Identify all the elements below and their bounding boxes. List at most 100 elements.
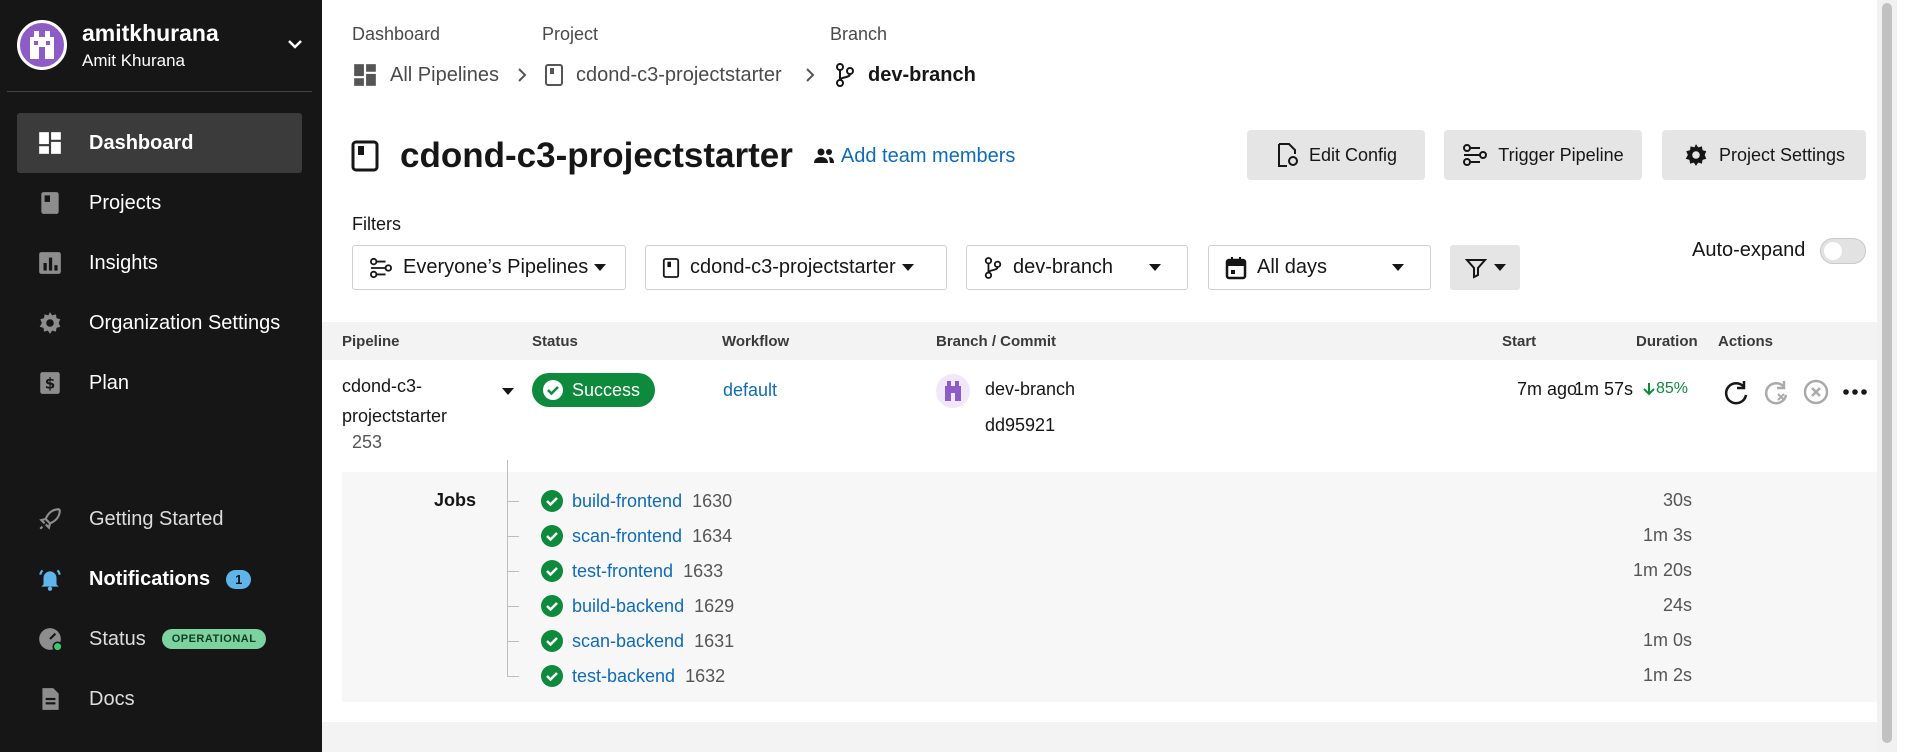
col-workflow: Workflow — [722, 333, 790, 350]
breadcrumb-all-pipelines[interactable]: All Pipelines — [352, 60, 499, 90]
project-filter-value: cdond-c3-projectstarter — [690, 256, 896, 278]
duration-improvement-value: 85% — [1656, 380, 1689, 397]
sidebar-item-docs[interactable]: Docs — [17, 669, 302, 729]
sidebar-item-organization-settings[interactable]: Organization Settings — [17, 293, 302, 353]
col-pipeline: Pipeline — [342, 333, 400, 350]
edit-file-icon — [1277, 143, 1298, 167]
branch-icon — [984, 256, 1002, 279]
job-duration: 1m 20s — [1632, 560, 1692, 580]
branch-icon — [836, 63, 854, 87]
jobs-tree-branch — [507, 676, 519, 677]
project-settings-button[interactable]: Project Settings — [1662, 130, 1866, 180]
sidebar-item-projects[interactable]: Projects — [17, 173, 302, 233]
job-name[interactable]: test-backend — [572, 666, 675, 687]
sidebar-item-dashboard[interactable]: Dashboard — [17, 113, 302, 173]
job-duration: 1m 0s — [1642, 630, 1692, 650]
cancel-icon[interactable] — [1802, 378, 1830, 406]
duration-value: 1m 57s — [1574, 379, 1634, 399]
breadcrumb-branch-title: Branch — [830, 24, 888, 44]
check-circle-icon — [543, 380, 563, 400]
project-filter-select[interactable]: cdond-c3-projectstarter — [645, 245, 947, 290]
scrollbar[interactable] — [1877, 0, 1897, 752]
job-name[interactable]: scan-backend — [572, 631, 684, 652]
workflow-link[interactable]: default — [723, 380, 777, 401]
advanced-filter-button[interactable] — [1450, 245, 1520, 290]
caret-down-icon — [594, 264, 607, 271]
notification-count-badge: 1 — [226, 569, 252, 589]
duration-improvement: 85% — [1642, 380, 1688, 398]
rerun-icon[interactable] — [1722, 378, 1750, 406]
jobs-label: Jobs — [434, 490, 477, 510]
project-icon — [351, 140, 379, 172]
pipelines-filter-select[interactable]: Everyone’s Pipelines — [352, 245, 626, 290]
auto-expand-toggle[interactable] — [1820, 238, 1866, 264]
job-row[interactable]: scan-frontend 1634 — [540, 523, 732, 549]
page-title: cdond-c3-projectstarter — [400, 136, 793, 175]
jobs-tree-branch — [507, 641, 519, 642]
pipeline-icon — [369, 257, 392, 278]
job-name[interactable]: build-frontend — [572, 491, 682, 512]
job-row[interactable]: test-backend 1632 — [540, 663, 725, 689]
scrollbar-thumb[interactable] — [1882, 3, 1892, 743]
sidebar-item-insights[interactable]: Insights — [17, 233, 302, 293]
status-badge: OPERATIONAL — [161, 629, 267, 649]
commit-hash[interactable]: dd95921 — [985, 415, 1055, 436]
col-duration: Duration — [1636, 333, 1698, 350]
job-name[interactable]: scan-frontend — [572, 526, 682, 547]
sidebar-item-label: Notifications — [89, 567, 211, 590]
expand-row-caret-icon[interactable] — [502, 388, 514, 395]
breadcrumb-project-title: Project — [542, 24, 599, 44]
check-circle-icon — [541, 595, 563, 617]
project-settings-label: Project Settings — [1718, 144, 1846, 165]
filters-label: Filters — [352, 214, 401, 234]
pipeline-name-line2[interactable]: projectstarter — [342, 406, 447, 427]
chevron-right-icon — [518, 68, 527, 82]
sidebar-item-status[interactable]: Status OPERATIONAL — [17, 609, 302, 669]
jobs-tree-branch — [507, 606, 519, 607]
breadcrumb-branch[interactable]: dev-branch — [834, 60, 976, 90]
caret-down-icon — [1149, 264, 1161, 271]
col-branch-commit: Branch / Commit — [936, 333, 1057, 350]
status-badge[interactable]: Success — [532, 373, 655, 407]
branch-filter-select[interactable]: dev-branch — [966, 245, 1188, 290]
job-name[interactable]: test-frontend — [572, 561, 673, 582]
chevron-down-icon[interactable] — [283, 32, 307, 56]
pipeline-name-line1[interactable]: cdond-c3- — [342, 376, 422, 397]
job-duration: 30s — [1662, 490, 1692, 510]
calendar-icon — [1225, 256, 1247, 279]
jobs-tree-line — [507, 460, 508, 676]
add-team-members-link[interactable]: Add team members — [813, 145, 1015, 168]
people-icon — [813, 148, 834, 163]
org-switcher[interactable]: amitkhurana Amit Khurana — [17, 18, 307, 74]
pipelines-filter-value: Everyone’s Pipelines — [403, 256, 589, 278]
trigger-pipeline-button[interactable]: Trigger Pipeline — [1444, 130, 1642, 180]
job-row[interactable]: scan-backend 1631 — [540, 628, 734, 654]
breadcrumb-project[interactable]: cdond-c3-projectstarter — [544, 60, 782, 90]
branch-name[interactable]: dev-branch — [985, 379, 1075, 400]
job-row[interactable]: test-frontend 1633 — [540, 558, 723, 584]
plan-icon: $ — [40, 372, 60, 394]
sidebar-item-notifications[interactable]: Notifications 1 — [17, 549, 302, 609]
sidebar-item-getting-started[interactable]: Getting Started — [17, 489, 302, 549]
days-filter-select[interactable]: All days — [1208, 245, 1431, 290]
breadcrumb-project-label: cdond-c3-projectstarter — [576, 63, 782, 86]
toggle-knob — [1824, 242, 1842, 260]
edit-config-button[interactable]: Edit Config — [1247, 130, 1425, 180]
bell-icon — [39, 569, 61, 591]
job-number: 1631 — [694, 630, 735, 651]
more-options-icon[interactable] — [1842, 388, 1868, 396]
auto-expand-label: Auto-expand — [1692, 239, 1806, 261]
sidebar-item-label: Plan — [89, 371, 130, 394]
job-name[interactable]: build-backend — [572, 596, 684, 617]
job-row[interactable]: build-frontend 1630 — [540, 488, 732, 514]
edit-config-label: Edit Config — [1308, 144, 1398, 165]
job-duration: 24s — [1662, 595, 1692, 615]
svg-text:$: $ — [45, 374, 56, 392]
pipeline-icon — [1463, 144, 1488, 166]
sidebar-item-plan[interactable]: $ Plan — [17, 353, 302, 413]
job-row[interactable]: build-backend 1629 — [540, 593, 734, 619]
rerun-failed-icon[interactable] — [1762, 378, 1790, 406]
user-name: Amit Khurana — [82, 51, 185, 70]
status-icon — [39, 628, 63, 652]
gear-icon — [1685, 144, 1707, 166]
